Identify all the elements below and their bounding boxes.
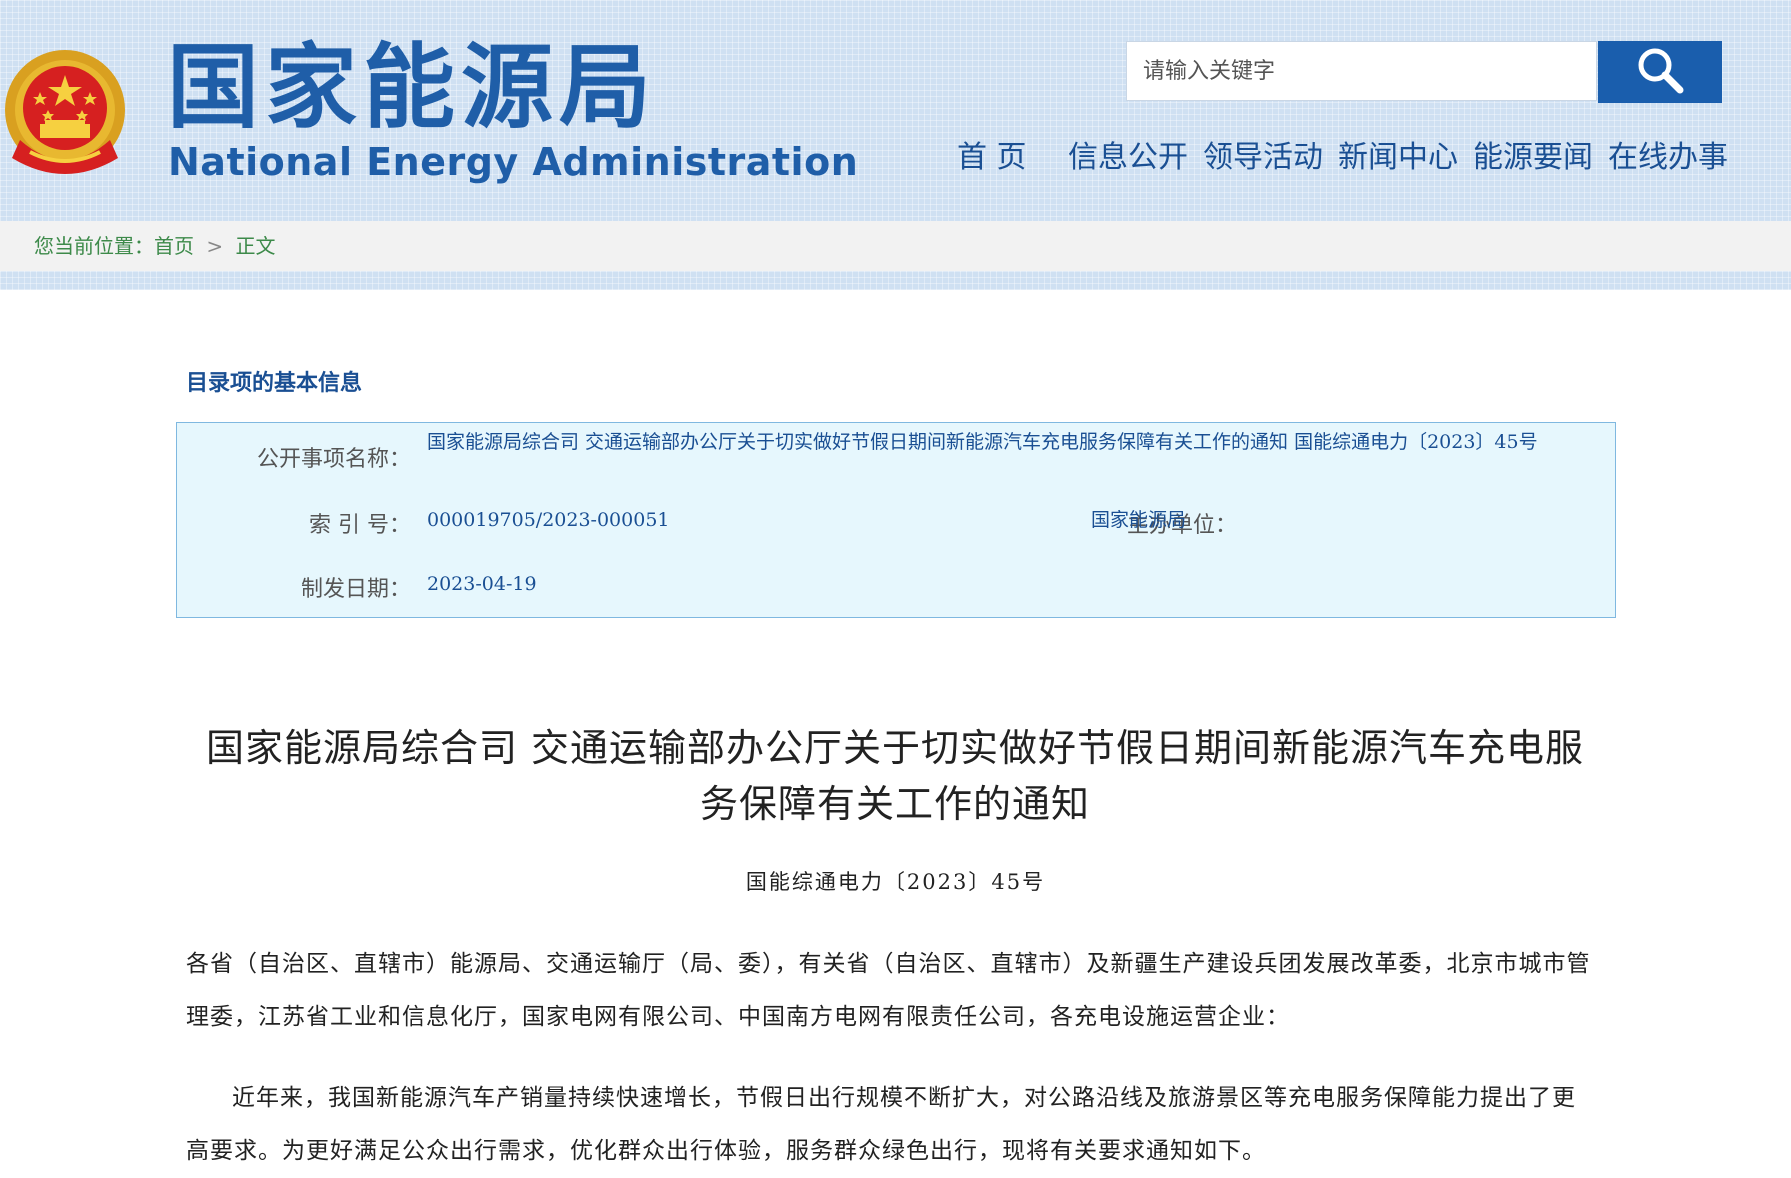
article-paragraph: 近年来，我国新能源汽车产销量持续快速增长，节假日出行规模不断扩大，对公路沿线及旅… bbox=[186, 1085, 1576, 1164]
info-table: 公开事项名称： 国家能源局综合司 交通运输部办公厅关于切实做好节假日期间新能源汽… bbox=[176, 422, 1616, 618]
breadcrumb-bar: 您当前位置：首页 > 正文 bbox=[0, 221, 1791, 271]
site-title-cn: 国家能源局 bbox=[167, 34, 658, 141]
breadcrumb-current: 正文 bbox=[235, 234, 276, 258]
breadcrumb-prefix: 您当前位置： bbox=[34, 234, 154, 258]
date-label: 制发日期： bbox=[300, 577, 411, 602]
article-title: 国家能源局综合司 交通运输部办公厅关于切实做好节假日期间新能源汽车充电服务保障有… bbox=[205, 726, 1585, 826]
search-input[interactable] bbox=[1127, 42, 1596, 100]
org-value: 国家能源局 bbox=[1091, 509, 1187, 531]
site-header: 国家能源局 National Energy Administration 首 页… bbox=[0, 0, 1791, 221]
article-recipients: 各省（自治区、直辖市）能源局、交通运输厅（局、委），有关省（自治区、直辖市）及新… bbox=[186, 951, 1591, 1030]
header-stripe bbox=[0, 271, 1791, 290]
nav-item-info-disclosure[interactable]: 信息公开 bbox=[1068, 133, 1188, 183]
search-icon bbox=[1634, 44, 1686, 100]
search-field[interactable] bbox=[1126, 41, 1597, 101]
nav-item-leadership[interactable]: 领导活动 bbox=[1203, 133, 1323, 183]
date-value: 2023-04-19 bbox=[427, 573, 537, 595]
nav-item-home[interactable]: 首 页 bbox=[957, 133, 1027, 183]
main-nav: 首 页 信息公开 领导活动 新闻中心 能源要闻 在线办事 bbox=[0, 133, 1791, 183]
index-label: 索 引 号： bbox=[309, 513, 411, 538]
nav-item-energy-news[interactable]: 能源要闻 bbox=[1473, 133, 1593, 183]
index-value: 000019705/2023-000051 bbox=[427, 509, 670, 531]
name-value: 国家能源局综合司 交通运输部办公厅关于切实做好节假日期间新能源汽车充电服务保障有… bbox=[427, 431, 1538, 453]
name-label: 公开事项名称： bbox=[256, 447, 411, 472]
breadcrumb: 您当前位置：首页 > 正文 bbox=[34, 221, 281, 271]
org-label: 主办单位： bbox=[1126, 513, 1237, 538]
info-section-heading: 目录项的基本信息 bbox=[186, 370, 363, 396]
breadcrumb-home-link[interactable]: 首页 bbox=[154, 234, 194, 258]
breadcrumb-separator: > bbox=[206, 234, 224, 258]
search-button[interactable] bbox=[1598, 41, 1722, 103]
nav-item-online-services[interactable]: 在线办事 bbox=[1608, 133, 1728, 183]
document-number: 国能综通电力〔2023〕45号 bbox=[745, 870, 1046, 894]
nav-item-news[interactable]: 新闻中心 bbox=[1338, 133, 1458, 183]
